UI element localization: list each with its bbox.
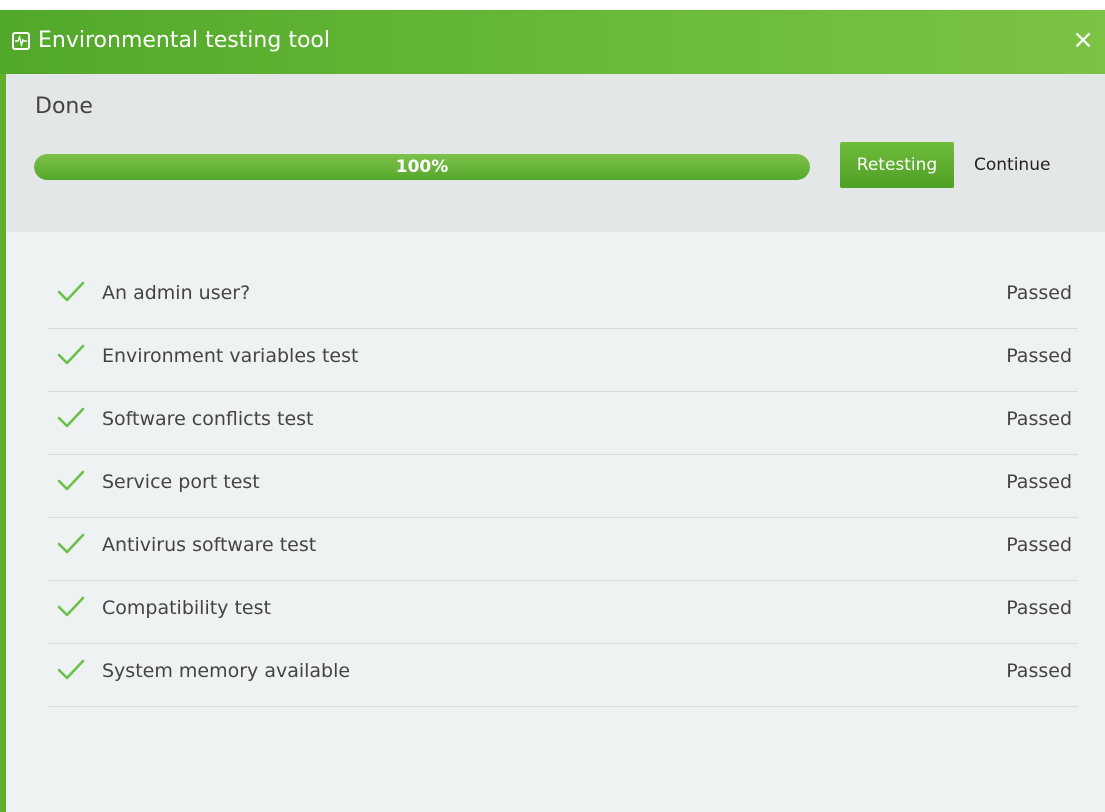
checkmark-icon <box>56 406 86 430</box>
checkmark-icon <box>56 469 86 493</box>
check-status: Passed <box>1006 660 1072 682</box>
window-title: Environmental testing tool <box>38 28 330 53</box>
checkmark-icon <box>56 280 86 304</box>
check-label: Software conflicts test <box>102 408 314 430</box>
activity-monitor-icon <box>12 32 30 50</box>
status-text: Done <box>35 94 93 119</box>
continue-button[interactable]: Continue <box>974 142 1094 188</box>
title-bar[interactable]: Environmental testing tool × <box>0 10 1105 74</box>
check-status: Passed <box>1006 282 1072 304</box>
retest-button[interactable]: Retesting <box>840 142 954 188</box>
check-status: Passed <box>1006 534 1072 556</box>
check-label: Service port test <box>102 471 260 493</box>
progress-label: 100% <box>395 157 449 177</box>
check-status: Passed <box>1006 471 1072 493</box>
check-label: An admin user? <box>102 282 251 304</box>
check-label: Compatibility test <box>102 597 271 619</box>
check-status: Passed <box>1006 345 1072 367</box>
check-row: Software conflicts test Passed <box>48 392 1078 455</box>
checkmark-icon <box>56 595 86 619</box>
check-row: An admin user? Passed <box>48 266 1078 329</box>
check-status: Passed <box>1006 408 1072 430</box>
close-button[interactable]: × <box>1069 26 1097 54</box>
status-panel: Done 100% Retesting Continue <box>6 74 1105 232</box>
checkmark-icon <box>56 658 86 682</box>
checkmark-icon <box>56 532 86 556</box>
check-label: Environment variables test <box>102 345 359 367</box>
check-status: Passed <box>1006 597 1072 619</box>
progress-bar: 100% <box>34 154 810 180</box>
testing-tool-window: Environmental testing tool × Done 100% R… <box>0 10 1105 812</box>
check-row: Environment variables test Passed <box>48 329 1078 392</box>
check-label: System memory available <box>102 660 351 682</box>
check-row: Antivirus software test Passed <box>48 518 1078 581</box>
check-label: Antivirus software test <box>102 534 317 556</box>
check-list: An admin user? Passed Environment variab… <box>48 266 1078 707</box>
check-row: Compatibility test Passed <box>48 581 1078 644</box>
check-row: Service port test Passed <box>48 455 1078 518</box>
check-row: System memory available Passed <box>48 644 1078 707</box>
checkmark-icon <box>56 343 86 367</box>
